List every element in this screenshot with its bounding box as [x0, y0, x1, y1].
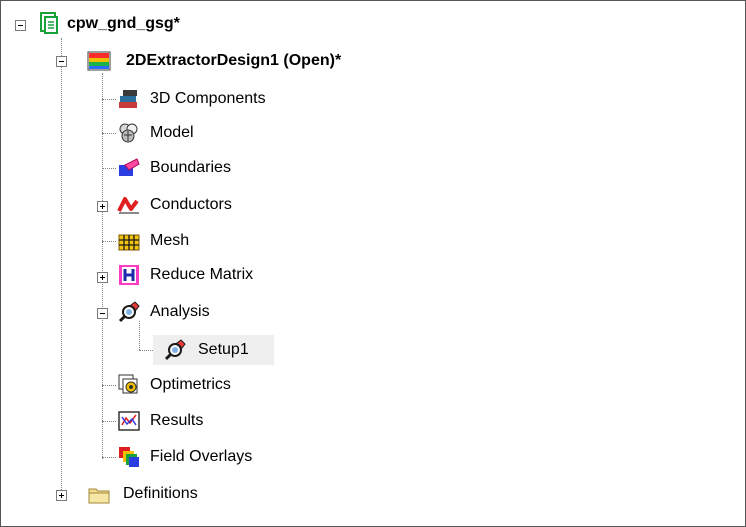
tree-item-label: 3D Components [150, 90, 266, 107]
folder-icon [88, 488, 110, 504]
tree-node-design[interactable]: 2DExtractorDesign1 (Open)* [1, 46, 521, 76]
expand-toggle[interactable] [97, 272, 108, 283]
tree-item-label: Setup1 [198, 341, 249, 358]
setup-icon [164, 339, 186, 361]
tree-node-field-overlays[interactable]: Field Overlays [1, 442, 341, 472]
3d-components-icon [119, 90, 137, 108]
tree-item-label: Model [150, 124, 194, 141]
definitions-label: Definitions [123, 485, 198, 502]
tree-node-reduce-matrix[interactable]: Reduce Matrix [1, 260, 341, 290]
tree-node-conductors[interactable]: Conductors [1, 190, 341, 220]
collapse-toggle[interactable] [56, 56, 67, 67]
tree-item-label: Boundaries [150, 159, 231, 176]
collapse-toggle[interactable] [15, 20, 26, 31]
tree-item-label: Optimetrics [150, 376, 231, 393]
tree-item-label: Mesh [150, 232, 190, 249]
tree-item-label: Reduce Matrix [150, 266, 254, 283]
tree-node-mesh[interactable]: Mesh [1, 226, 341, 256]
tree-node-analysis[interactable]: Analysis [1, 297, 341, 327]
tree-item-label: Analysis [150, 303, 210, 320]
tree-node-project[interactable]: cpw_gnd_gsg* [1, 9, 321, 39]
expand-toggle[interactable] [56, 490, 67, 501]
project-tree: cpw_gnd_gsg* 2DExtractorDesign1 (Open)* … [0, 0, 746, 527]
tree-item-label: Field Overlays [150, 448, 253, 465]
model-icon [119, 123, 138, 143]
design-icon [87, 51, 111, 71]
mesh-icon [118, 234, 140, 251]
expand-toggle[interactable] [97, 201, 108, 212]
project-icon [40, 12, 58, 34]
tree-node-model[interactable]: Model [1, 118, 341, 148]
tree-item-label: Results [150, 412, 204, 429]
tree-item-label: Conductors [150, 196, 232, 213]
tree-node-setup1[interactable]: Setup1 [1, 335, 301, 365]
optimetrics-icon [118, 374, 138, 394]
design-label: 2DExtractorDesign1 (Open)* [126, 52, 342, 69]
tree-node-3d-components[interactable]: 3D Components [1, 84, 341, 114]
tree-node-boundaries[interactable]: Boundaries [1, 153, 341, 183]
analysis-icon [118, 301, 140, 323]
field-overlays-icon [119, 447, 139, 467]
results-icon [118, 411, 140, 431]
boundaries-icon [119, 158, 140, 176]
conductors-icon [117, 197, 139, 214]
tree-node-definitions[interactable]: Definitions [1, 479, 321, 509]
reduce-matrix-icon [119, 265, 139, 285]
project-label: cpw_gnd_gsg* [67, 15, 180, 32]
tree-node-optimetrics[interactable]: Optimetrics [1, 370, 341, 400]
collapse-toggle[interactable] [97, 308, 108, 319]
tree-node-results[interactable]: Results [1, 406, 341, 436]
